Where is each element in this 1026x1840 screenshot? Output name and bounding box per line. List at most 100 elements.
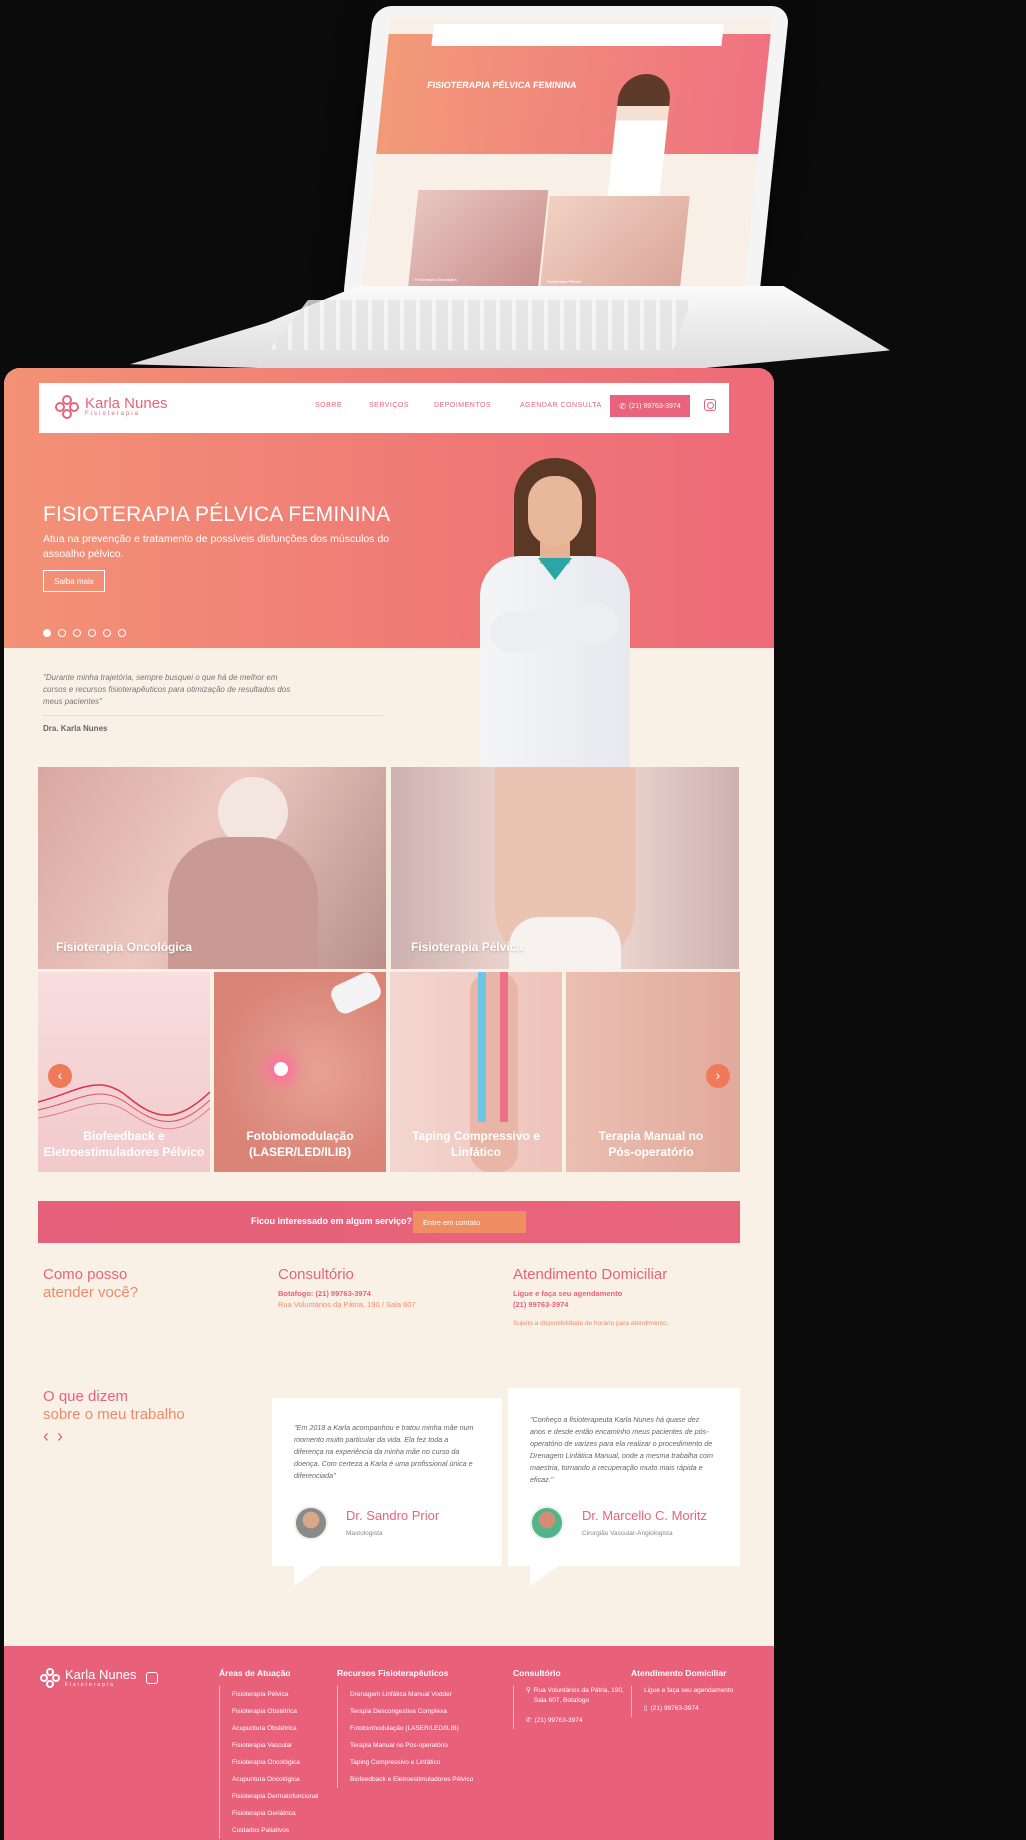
footer-home-care-line: Ligue e faça seu agendamento xyxy=(644,1687,734,1694)
slider-dot[interactable] xyxy=(88,629,96,637)
avatar xyxy=(530,1506,564,1540)
footer-home-care-phone[interactable]: (21) 99763-3974 xyxy=(651,1700,699,1717)
footer-logo[interactable]: Karla Nunes Fisioterapia xyxy=(40,1667,158,1688)
footer-link[interactable]: Fisioterapia Pélvica xyxy=(232,1686,318,1703)
whatsapp-icon: ✆ xyxy=(619,401,626,411)
footer-link[interactable]: Biofeedback e Eletroestimuladores Pélvic… xyxy=(350,1771,473,1788)
slider-dot[interactable] xyxy=(73,629,81,637)
testimonial-name: Dr. Sandro Prior xyxy=(346,1508,440,1523)
logo-flower-icon xyxy=(55,395,79,419)
quote-divider xyxy=(43,715,383,716)
doctor-photo xyxy=(474,458,644,768)
quote-author: Dra. Karla Nunes xyxy=(43,724,108,733)
testimonial-prev-icon[interactable]: ‹ xyxy=(43,1426,57,1446)
office-block: Consultório Botafogo: (21) 99763-3974 Ru… xyxy=(278,1266,478,1310)
service-card-pelvica[interactable]: Fisioterapia Pélvica xyxy=(391,767,739,969)
slider-dot[interactable] xyxy=(103,629,111,637)
hero-section: Karla Nunes Fisioterapia SOBRE SERVIÇOS … xyxy=(4,368,774,648)
testimonial-next-icon[interactable]: › xyxy=(57,1426,71,1446)
footer-office-address: Rua Voluntários da Pátria, 190, Sala 607… xyxy=(533,1687,624,1704)
carousel-next-button[interactable]: › xyxy=(706,1064,730,1088)
office-address: Rua Voluntários da Pátria, 190 / Sala 60… xyxy=(278,1300,416,1309)
phone-icon: ✆ xyxy=(526,1717,532,1724)
brand-logo[interactable]: Karla Nunes Fisioterapia xyxy=(55,395,168,419)
footer-instagram-icon[interactable] xyxy=(145,1672,158,1684)
service-card-label: Terapia Manual no Pós-operatório xyxy=(598,1129,704,1159)
phone-button[interactable]: ✆ (21) 99763-3974 xyxy=(610,395,690,417)
service-card-label: Taping Compressivo e Linfático xyxy=(412,1129,540,1159)
testimonial-card-tail xyxy=(294,1566,322,1586)
testimonial-text: "Conheço a fisioterapeuta Karla Nunes há… xyxy=(530,1415,713,1484)
phone-icon: ▯ xyxy=(644,1705,648,1712)
testimonial-card-tail xyxy=(530,1566,558,1586)
mockup-card-oncologica: Fisioterapia Oncológica xyxy=(408,190,549,286)
footer-office: Consultório ⚲ Rua Voluntários da Pátria, … xyxy=(513,1668,628,1729)
footer-link[interactable]: Acupuntura Oncológica xyxy=(232,1771,318,1788)
footer-link[interactable]: Fisioterapia Dermatofuncional xyxy=(232,1788,318,1805)
testimonials-title-line2: sobre o meu trabalho xyxy=(43,1406,185,1423)
service-card-label: Fotobiomodulação (LASER/LED/ILIB) xyxy=(246,1129,354,1159)
carousel-prev-button[interactable]: ‹ xyxy=(48,1064,72,1088)
footer-link[interactable]: Fisioterapia Geriátrica xyxy=(232,1805,318,1822)
instagram-icon[interactable] xyxy=(704,399,716,411)
testimonial-card: "Conheço a fisioterapeuta Karla Nunes há… xyxy=(508,1388,740,1566)
hero-description: Atua na prevenção e tratamento de possív… xyxy=(43,533,390,560)
footer-link[interactable]: Terapia Descongestiva Complexa xyxy=(350,1703,473,1720)
footer-link[interactable]: Cuidados Paliativos xyxy=(232,1822,318,1839)
home-care-block: Atendimento Domiciliar Ligue e faça seu … xyxy=(513,1266,733,1329)
footer-office-title: Consultório xyxy=(513,1668,561,1678)
footer-link[interactable]: Fisioterapia Obstétrica xyxy=(232,1703,318,1720)
nav-link-agendar-consulta[interactable]: AGENDAR CONSULTA xyxy=(520,402,602,409)
laptop-mockup: FISIOTERAPIA PÉLVICA FEMININA Fisioterap… xyxy=(0,0,1026,380)
contact-button[interactable]: Entre em contato xyxy=(413,1211,526,1233)
home-care-note: Sujeito a disponibilidade de horário par… xyxy=(513,1320,669,1327)
office-phone: Botafogo: (21) 99763-3974 xyxy=(278,1289,371,1298)
testimonials-heading: O que dizem sobre o meu trabalho ‹› xyxy=(43,1388,185,1447)
footer-brand-name: Karla Nunes xyxy=(65,1667,137,1682)
home-care-phone: (21) 99763-3974 xyxy=(513,1300,569,1309)
office-title: Consultório xyxy=(278,1266,354,1283)
footer-areas: Áreas de Atuação Fisioterapia Pélvica Fi… xyxy=(219,1668,318,1839)
cta-text: Ficou interessado em algum serviço? xyxy=(251,1216,413,1226)
logo-flower-icon xyxy=(40,1668,60,1688)
footer-link[interactable]: Fotobiomodulação (LASER/LED/ILIB) xyxy=(350,1720,473,1737)
slider-dot[interactable] xyxy=(43,629,51,637)
service-card-fotobiomodulacao[interactable]: Fotobiomodulação (LASER/LED/ILIB) xyxy=(214,972,386,1172)
cta-banner: Ficou interessado em algum serviço? Entr… xyxy=(38,1201,740,1243)
service-card-oncologica[interactable]: Fisioterapia Oncológica xyxy=(38,767,386,969)
mockup-card-pelvica: Fisioterapia Pélvica xyxy=(540,196,690,288)
footer-office-phone[interactable]: (21) 99763-3974 xyxy=(534,1712,582,1729)
nav-link-servicos[interactable]: SERVIÇOS xyxy=(369,402,409,409)
help-title-line1: Como posso xyxy=(43,1266,128,1283)
nav-link-sobre[interactable]: SOBRE xyxy=(315,402,342,409)
location-pin-icon: ⚲ xyxy=(526,1687,531,1694)
laptop-screen: FISIOTERAPIA PÉLVICA FEMININA Fisioterap… xyxy=(361,18,773,292)
avatar xyxy=(294,1506,328,1540)
brand-name: Karla Nunes xyxy=(85,395,168,412)
mockup-hero-title: FISIOTERAPIA PÉLVICA FEMININA xyxy=(426,80,578,90)
service-card-taping[interactable]: Taping Compressivo e Linfático xyxy=(390,972,562,1172)
service-card-label: Fisioterapia Pélvica xyxy=(411,940,524,954)
footer-link[interactable]: Drenagem Linfática Manual Vodder xyxy=(350,1686,473,1703)
footer-link[interactable]: Acupuntura Obstétrica xyxy=(232,1720,318,1737)
nav-link-depoimentos[interactable]: DEPOIMENTOS xyxy=(434,402,491,409)
hero-slider-dots xyxy=(43,629,126,637)
footer-link[interactable]: Fisioterapia Vascular xyxy=(232,1737,318,1754)
mockup-card1-label: Fisioterapia Oncológica xyxy=(414,277,457,282)
footer-areas-title: Áreas de Atuação xyxy=(219,1668,291,1678)
footer-link[interactable]: Taping Compressivo e Linfático xyxy=(350,1754,473,1771)
footer-link[interactable]: Terapia Manual no Pós-operatório xyxy=(350,1737,473,1754)
help-block: Como posso atender você? xyxy=(43,1266,138,1302)
footer-brand-tagline: Fisioterapia xyxy=(65,1682,115,1688)
footer-link[interactable]: Fisioterapia Oncológica xyxy=(232,1754,318,1771)
testimonial-card: "Em 2018 a Karla acompanhou e tratou min… xyxy=(272,1398,502,1566)
footer-resources: Recursos Fisioterapêuticos Drenagem Linf… xyxy=(337,1668,473,1788)
testimonial-name: Dr. Marcello C. Moritz xyxy=(582,1508,707,1523)
laptop-keyboard xyxy=(269,300,692,350)
website-page: Karla Nunes Fisioterapia SOBRE SERVIÇOS … xyxy=(4,368,774,1840)
hero-saiba-mais-button[interactable]: Saiba mais xyxy=(43,570,105,592)
slider-dot[interactable] xyxy=(58,629,66,637)
home-care-line: Ligue e faça seu agendamento xyxy=(513,1289,623,1298)
slider-dot[interactable] xyxy=(118,629,126,637)
phone-button-label: (21) 99763-3974 xyxy=(628,402,681,410)
